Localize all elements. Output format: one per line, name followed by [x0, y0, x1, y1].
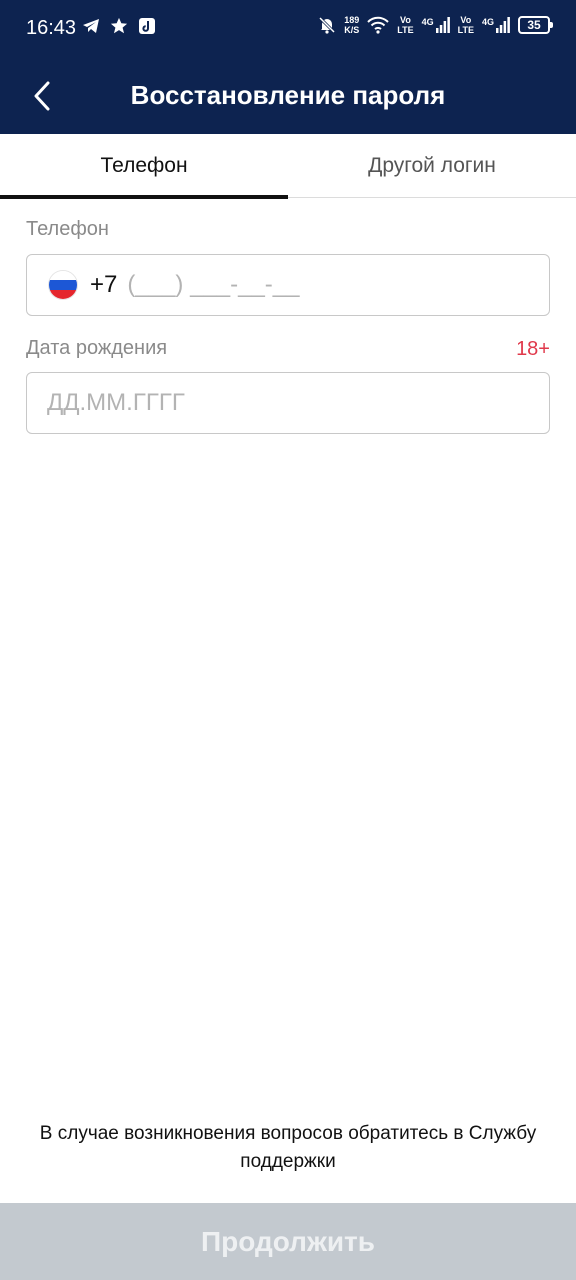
tiktok-icon	[139, 18, 155, 34]
network-speed: 189 K/S	[344, 15, 360, 35]
russia-flag-icon	[48, 270, 78, 300]
birthdate-input[interactable]: ДД.ММ.ГГГГ	[26, 372, 550, 434]
wifi-icon	[367, 16, 389, 34]
support-note: В случае возникновения вопросов обратите…	[39, 1123, 537, 1172]
tab-other-login[interactable]: Другой логин	[288, 134, 576, 198]
phone-country-code: +7	[90, 271, 118, 298]
sim2-signal-icon: 4G	[482, 17, 510, 33]
status-right-icons: 189 K/S Vo LTE 4G Vo LTE 4G 35	[318, 15, 553, 35]
sim1-volte: Vo LTE	[397, 15, 414, 35]
status-time: 16:43	[26, 17, 77, 39]
status-bar: 16:43 189 K/S Vo LTE 4G Vo LTE 4G 35	[0, 0, 576, 58]
phone-field-label: Телефон	[26, 218, 109, 240]
phone-mask: (___) ___-__-__	[127, 271, 300, 298]
phone-input[interactable]: +7 (___) ___-__-__	[26, 254, 550, 316]
sim1-signal-icon: 4G	[422, 17, 450, 33]
sim2-volte: Vo LTE	[457, 15, 474, 35]
recovery-tabs: Телефон Другой логин	[0, 134, 576, 199]
telegram-icon	[83, 19, 99, 33]
app-header: 16:43 189 K/S Vo LTE 4G Vo LTE 4G 35 Восста…	[0, 0, 576, 134]
page-title: Восстановление пароля	[130, 80, 446, 110]
battery-icon: 35	[518, 16, 553, 34]
birthdate-field-label: Дата рождения	[26, 337, 168, 359]
continue-button[interactable]: Продолжить	[0, 1203, 576, 1280]
mute-bell-icon	[319, 16, 336, 34]
birthdate-placeholder: ДД.ММ.ГГГГ	[47, 389, 185, 416]
tab-phone[interactable]: Телефон	[0, 134, 288, 199]
star-icon	[110, 17, 128, 34]
status-left-icons	[82, 17, 156, 35]
age-restriction-badge: 18+	[516, 338, 550, 360]
